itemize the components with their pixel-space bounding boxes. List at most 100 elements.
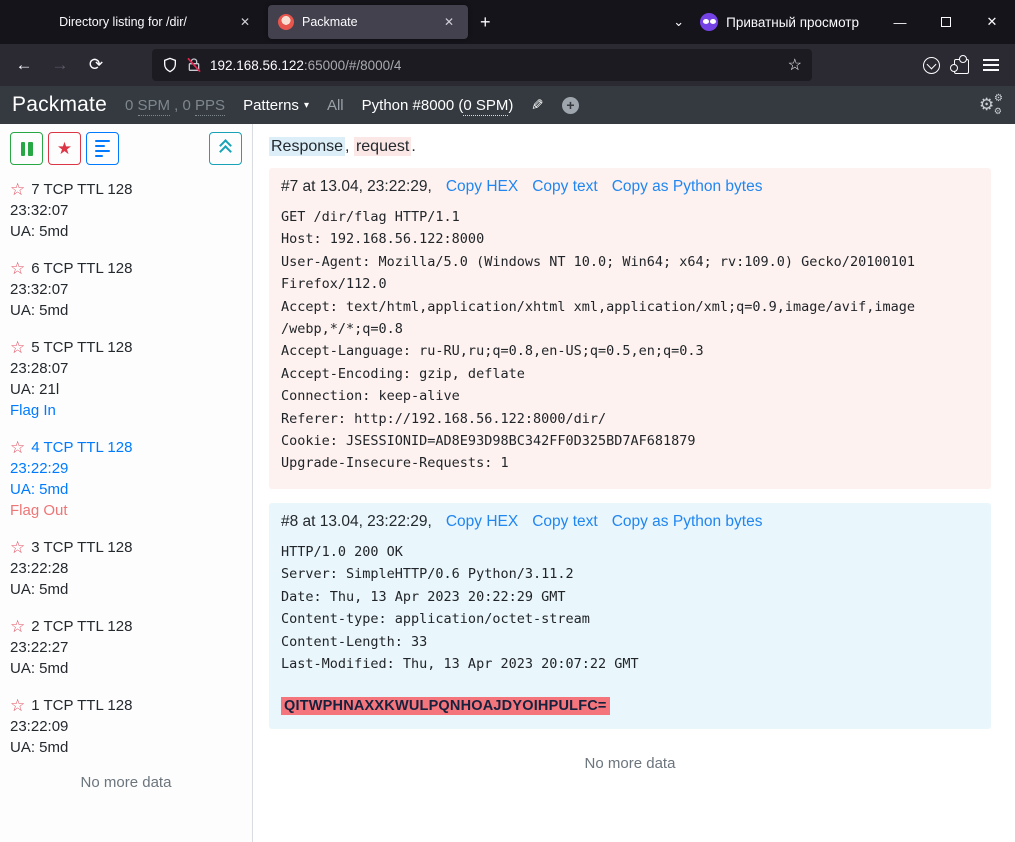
pause-icon [21,142,33,156]
stream-ua: UA: 21l [10,379,242,400]
favorites-button[interactable]: ★ [48,132,81,165]
pocket-icon[interactable] [923,57,940,74]
stream-star-icon[interactable]: ☆ [10,539,25,556]
packet-detail-pane: Response, request. #7 at 13.04, 23:22:29… [253,124,1015,842]
service-spm: 0 SPM [463,97,508,116]
stream-sidebar: ★ ☆ 7 TCP TTL 128 23:32:07 UA: 5md ☆6 TCP… [0,124,253,842]
forward-icon: → [44,50,76,80]
copy-python-link[interactable]: Copy as Python bytes [612,513,763,531]
stream-time: 23:32:07 [10,200,242,221]
pps-label: PPS [195,97,225,116]
stream-entry-4-selected[interactable]: ☆4 TCP TTL 128 23:22:29 UA: 5md Flag Out [10,437,242,521]
minimize-button[interactable]: — [877,0,923,44]
packet-8-header: #8 at 13.04, 23:22:29, Copy HEX Copy tex… [281,513,979,531]
stream-summary: Response, request. [269,138,991,156]
app-content: ★ ☆ 7 TCP TTL 128 23:32:07 UA: 5md ☆6 TCP… [0,124,1015,842]
private-browsing-label: Приватный просмотр [726,15,859,30]
packet-8-response-block: #8 at 13.04, 23:22:29, Copy HEX Copy tex… [269,503,991,729]
close-tab-icon[interactable]: ✕ [440,13,458,31]
service-selector[interactable]: Python #8000 (0 SPM) [362,97,514,114]
spm-label: SPM [138,97,171,116]
stream-entry-2[interactable]: ☆2 TCP TTL 128 23:22:27 UA: 5md [10,616,242,679]
stream-entry-5[interactable]: ☆5 TCP TTL 128 23:28:07 UA: 21l Flag In [10,337,242,421]
stream-title: 5 TCP TTL 128 [31,337,132,358]
url-bar[interactable]: 192.168.56.122:65000/#/8000/4 ☆ [152,49,812,81]
stream-entry-7[interactable]: ☆7 TCP TTL 128 23:32:07 UA: 5md [10,179,242,242]
browser-window: Directory listing for /dir/ ✕ Packmate ✕… [0,0,1015,842]
url-text[interactable]: 192.168.56.122:65000/#/8000/4 [210,58,780,73]
app-header: Packmate 0 SPM , 0 PPS Patterns▾ All Pyt… [0,86,1015,124]
packmate-favicon-icon [278,14,294,30]
stream-star-icon[interactable]: ☆ [10,181,25,198]
scroll-to-top-button[interactable] [209,132,242,165]
back-icon[interactable]: ← [8,50,40,80]
copy-python-link[interactable]: Copy as Python bytes [612,178,763,196]
stream-star-icon[interactable]: ☆ [10,439,25,456]
maximize-button[interactable] [923,0,969,44]
copy-hex-link[interactable]: Copy HEX [446,178,518,196]
pps-value: 0 [183,97,196,114]
tab-packmate[interactable]: Packmate ✕ [268,5,468,39]
tracking-shield-icon[interactable] [162,57,178,73]
flag-in-link[interactable]: Flag In [10,400,242,421]
tab-strip: Directory listing for /dir/ ✕ Packmate ✕… [0,0,1015,44]
tab-title: Packmate [302,15,432,29]
stream-time: 23:22:29 [10,458,242,479]
chevron-down-icon: ▾ [304,100,309,111]
stream-entry-3[interactable]: ☆3 TCP TTL 128 23:22:28 UA: 5md [10,537,242,600]
stream-ua: UA: 5md [10,300,242,321]
tab-title: Directory listing for /dir/ [18,15,228,29]
reload-icon[interactable]: ⟳ [80,50,112,80]
settings-gears-icon[interactable]: ⚙⚙⚙ [979,95,1003,115]
stream-ua: UA: 5md [10,658,242,679]
list-all-tabs-icon[interactable]: ⌄ [657,14,700,30]
stream-star-icon[interactable]: ☆ [10,260,25,277]
window-controls: — ✕ [877,0,1015,44]
close-tab-icon[interactable]: ✕ [236,13,254,31]
spm-value: 0 [125,97,138,114]
stream-star-icon[interactable]: ☆ [10,339,25,356]
stream-time: 23:32:07 [10,279,242,300]
stream-entry-1[interactable]: ☆1 TCP TTL 128 23:22:09 UA: 5md [10,695,242,758]
copy-text-link[interactable]: Copy text [532,178,597,196]
pause-button[interactable] [10,132,43,165]
service-suffix: ) [508,97,513,114]
packet-7-header: #7 at 13.04, 23:22:29, Copy HEX Copy tex… [281,178,979,196]
summary-separator: , [345,138,354,155]
app-brand[interactable]: Packmate [12,93,107,117]
url-path: :65000/#/8000/4 [304,58,402,73]
copy-hex-link[interactable]: Copy HEX [446,513,518,531]
patterns-dropdown[interactable]: Patterns▾ [243,97,309,114]
edit-service-icon[interactable]: ✎ [531,96,544,114]
tab-directory-listing[interactable]: Directory listing for /dir/ ✕ [8,5,264,39]
sidebar-no-more-data: No more data [10,774,242,791]
stream-time: 23:22:09 [10,716,242,737]
packet-8-meta: #8 at 13.04, 23:22:29, [281,513,432,531]
packet-7-request-block: #7 at 13.04, 23:22:29, Copy HEX Copy tex… [269,168,991,489]
stream-title: 3 TCP TTL 128 [31,537,132,558]
packet-8-body: HTTP/1.0 200 OK Server: SimpleHTTP/0.6 P… [281,541,979,675]
traffic-stats: 0 SPM , 0 PPS [125,97,225,114]
stream-star-icon[interactable]: ☆ [10,697,25,714]
stream-star-icon[interactable]: ☆ [10,618,25,635]
stream-entry-6[interactable]: ☆6 TCP TTL 128 23:32:07 UA: 5md [10,258,242,321]
filter-all[interactable]: All [327,97,344,114]
new-tab-button[interactable]: + [470,10,501,35]
menu-icon[interactable] [983,59,999,71]
flag-out-link[interactable]: Flag Out [10,500,242,521]
list-view-button[interactable] [86,132,119,165]
insecure-lock-icon[interactable] [186,57,202,73]
stream-time: 23:22:28 [10,558,242,579]
add-service-icon[interactable]: + [562,97,579,114]
copy-text-link[interactable]: Copy text [532,513,597,531]
sidebar-button-group: ★ [10,132,119,165]
service-name: Python #8000 ( [362,97,464,114]
summary-response-tag: Response [269,137,345,156]
extensions-icon[interactable] [954,59,969,74]
stream-title: 1 TCP TTL 128 [31,695,132,716]
close-window-button[interactable]: ✕ [969,0,1015,44]
bookmark-star-icon[interactable]: ☆ [788,55,802,75]
sidebar-toolbar: ★ [10,132,242,165]
stream-title: 7 TCP TTL 128 [31,179,132,200]
stream-ua: UA: 5md [10,479,242,500]
